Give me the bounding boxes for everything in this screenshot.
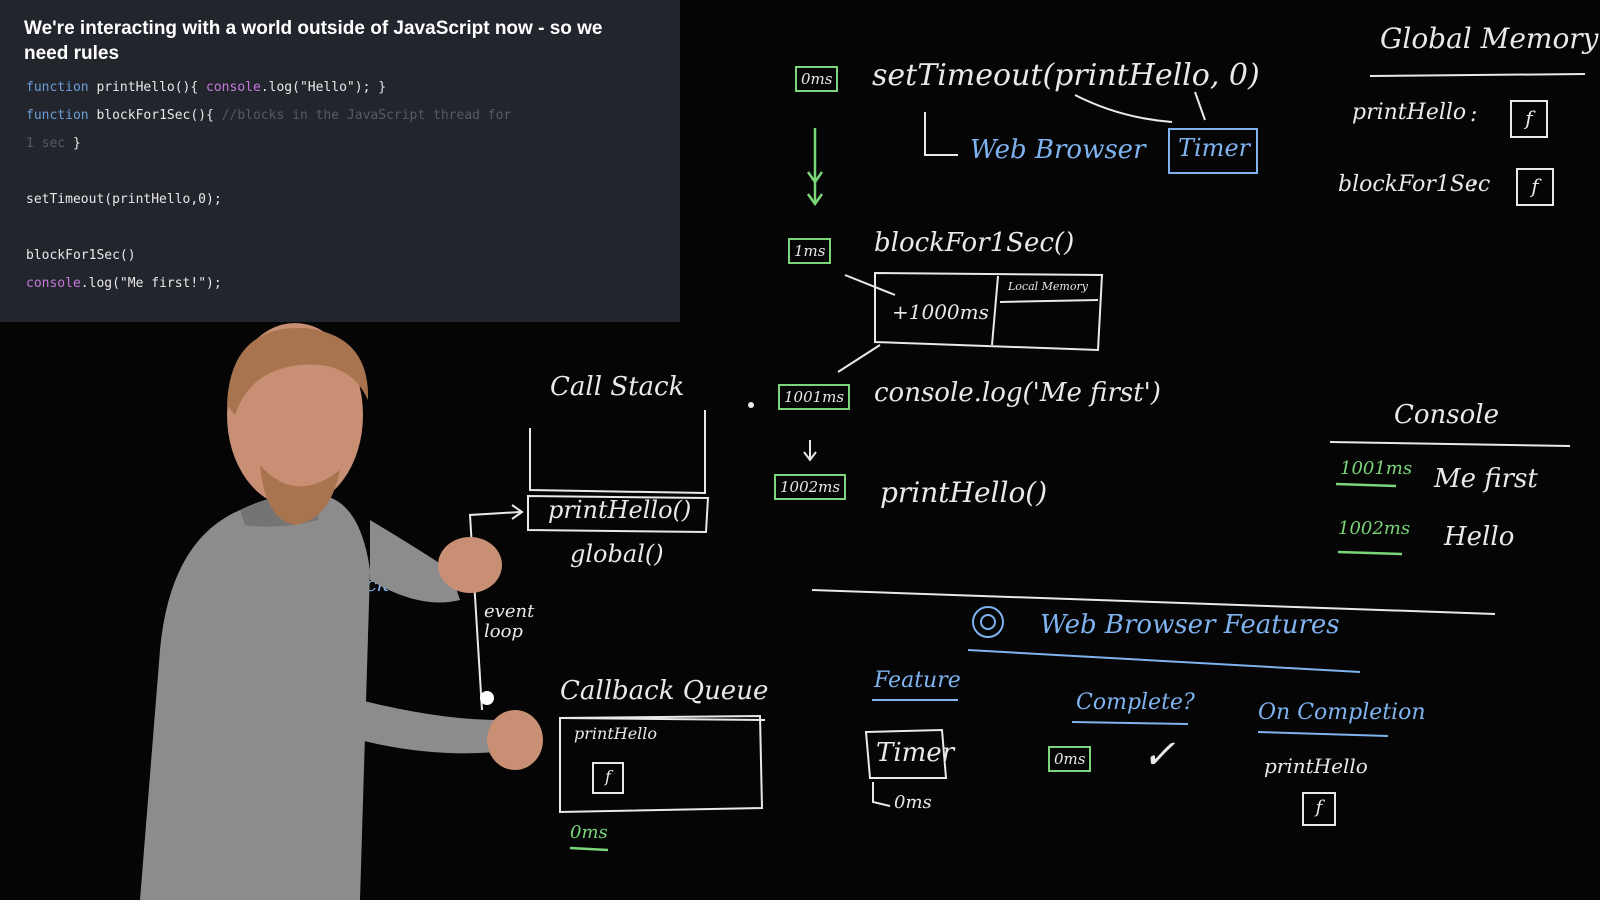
timeline-time-1: 0ms <box>795 66 839 92</box>
timeline-code-2: blockFor1Sec() <box>874 228 1075 258</box>
feature-timer-time: 0ms <box>894 792 932 813</box>
timeline-time-2: 1ms <box>788 238 832 264</box>
console-row-1-time: 1001ms <box>1340 458 1413 479</box>
console-row-1-output: Me first <box>1434 464 1538 494</box>
timeline-code-1: setTimeout(printHello, 0) <box>872 58 1260 93</box>
features-header-complete: Complete? <box>1076 690 1195 715</box>
features-title: Web Browser Features <box>1040 610 1340 640</box>
global-memory-entry-2-name: blockFor1Sec <box>1338 172 1491 197</box>
function-box-icon: f <box>1302 792 1336 826</box>
function-box-icon: f <box>1510 100 1548 138</box>
global-memory-entry-2-sep: : <box>1470 172 1478 197</box>
presenter-image <box>140 323 543 900</box>
function-box-icon: f <box>592 762 624 794</box>
timer-box: Timer <box>1168 128 1258 174</box>
global-memory-entry-1-sep: : <box>1470 102 1478 127</box>
console-row-2-output: Hello <box>1444 522 1515 552</box>
web-browser-label: Web Browser <box>970 135 1146 165</box>
timeline-code-4: printHello() <box>880 476 1048 509</box>
global-memory-entry-1-name: printHello <box>1352 100 1467 125</box>
timeline-time-4: 1002ms <box>774 474 847 500</box>
callback-queue-title: Callback Queue <box>560 676 769 706</box>
callback-queue-item: printHello <box>574 724 658 743</box>
timeline-code-3: console.log('Me first') <box>874 378 1161 408</box>
console-row-2-time: 1002ms <box>1338 518 1411 539</box>
feature-complete-time: 0ms <box>1048 746 1092 772</box>
timer-label: Timer <box>1178 134 1251 162</box>
global-memory-title: Global Memory <box>1380 22 1599 55</box>
features-header-on-completion: On Completion <box>1258 700 1426 725</box>
call-stack-frame-global: global() <box>570 540 664 568</box>
on-completion-fn-name: printHello <box>1264 754 1368 778</box>
thread-duration: +1000ms <box>892 300 989 324</box>
feature-timer: Timer <box>876 738 955 768</box>
console-title: Console <box>1394 400 1499 430</box>
check-icon: ✓ <box>1142 732 1176 778</box>
function-box-icon: f <box>1516 168 1554 206</box>
local-memory-label: Local Memory <box>1008 280 1088 293</box>
features-header-feature: Feature <box>874 668 961 693</box>
timeline-time-3: 1001ms <box>778 384 851 410</box>
